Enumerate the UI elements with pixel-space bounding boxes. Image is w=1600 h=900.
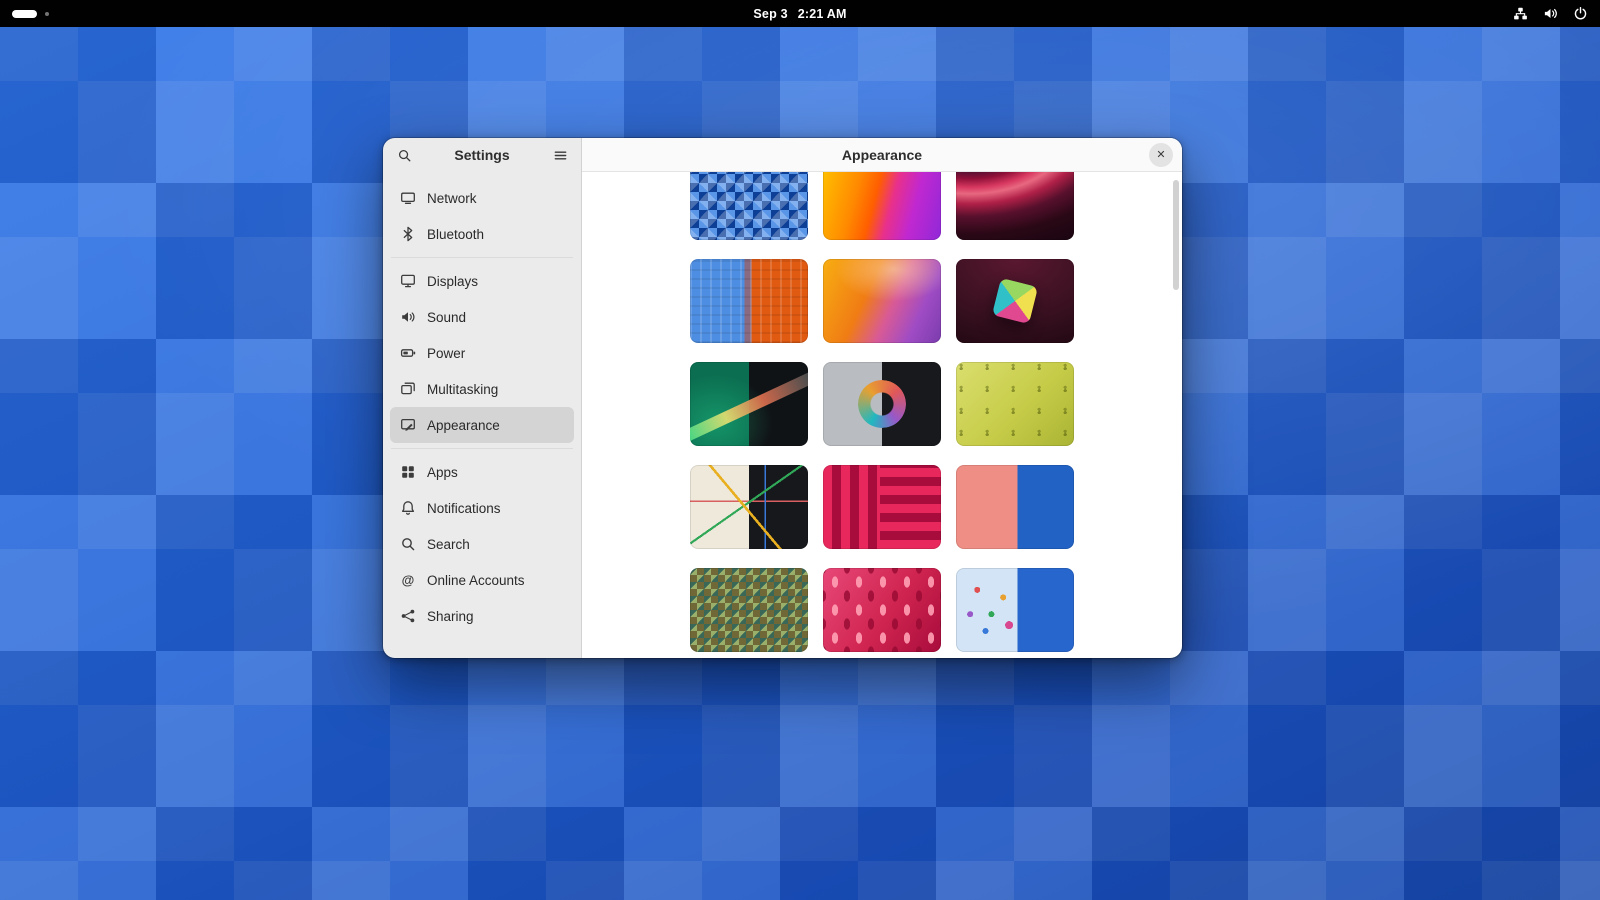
- content-header: Appearance ✕: [582, 138, 1182, 172]
- sidebar-item-label: Notifications: [427, 500, 501, 516]
- sidebar: Settings Network Bluetooth Displays Sound Po…: [383, 138, 582, 658]
- sidebar-item-label: Search: [427, 536, 470, 552]
- sidebar-item-label: Appearance: [427, 417, 500, 433]
- system-status-area[interactable]: [1513, 6, 1588, 21]
- wallpaper-multicolor-mosaic[interactable]: [690, 568, 808, 652]
- appearance-icon: [400, 417, 416, 433]
- sidebar-item-label: Network: [427, 190, 477, 206]
- page-title: Appearance: [841, 146, 923, 163]
- wallpaper-yellow-doodles[interactable]: [956, 362, 1074, 446]
- search-button[interactable]: [391, 142, 417, 168]
- sidebar-separator: [391, 257, 573, 258]
- apps-icon: [400, 464, 416, 480]
- sidebar-item-search[interactable]: Search: [390, 526, 574, 562]
- workspace-pill: [12, 9, 37, 18]
- top-bar: Sep 3 2:21 AM: [0, 0, 1600, 27]
- notifications-icon: [400, 500, 416, 516]
- multitasking-icon: [400, 381, 416, 397]
- network-icon[interactable]: [1513, 6, 1528, 21]
- sidebar-item-multitasking[interactable]: Multitasking: [390, 371, 574, 407]
- wallpaper-blue-triangle-mosaic[interactable]: [690, 172, 808, 240]
- color-cube-graphic: [991, 277, 1039, 325]
- green-wave-graphic: [690, 366, 808, 446]
- sound-icon: [400, 309, 416, 325]
- power-icon[interactable]: [1573, 6, 1588, 21]
- wallpaper-blue-orange-glitch[interactable]: [690, 259, 808, 343]
- network-icon: [400, 190, 416, 206]
- sidebar-item-sound[interactable]: Sound: [390, 299, 574, 335]
- sidebar-item-label: Apps: [427, 464, 458, 480]
- sharing-icon: [400, 608, 416, 624]
- svg-text:@: @: [402, 573, 415, 588]
- wallpaper-color-cube[interactable]: [956, 259, 1074, 343]
- sidebar-item-network[interactable]: Network: [390, 180, 574, 216]
- sidebar-item-apps[interactable]: Apps: [390, 454, 574, 490]
- sidebar-separator: [391, 448, 573, 449]
- sidebar-item-label: Displays: [427, 273, 479, 289]
- sidebar-item-label: Sharing: [427, 608, 474, 624]
- sidebar-header: Settings: [383, 138, 581, 172]
- sidebar-list: Network Bluetooth Displays Sound Power Multit…: [383, 172, 581, 634]
- wallpaper-grid: [690, 172, 1074, 652]
- menu-button[interactable]: [547, 142, 573, 168]
- power-icon: [400, 345, 416, 361]
- activities-indicator[interactable]: [12, 9, 49, 18]
- clock-date: Sep 3: [753, 6, 788, 21]
- volume-icon[interactable]: [1543, 6, 1558, 21]
- wallpaper-salmon-blue-split[interactable]: [956, 465, 1074, 549]
- wallpaper-pink-capsules[interactable]: [823, 568, 941, 652]
- sidebar-item-label: Sound: [427, 309, 467, 325]
- clock-time: 2:21 AM: [797, 6, 847, 21]
- bluetooth-icon: [400, 226, 416, 242]
- wallpaper-dark-red-waves[interactable]: [956, 172, 1074, 240]
- clock[interactable]: Sep 3 2:21 AM: [753, 7, 846, 21]
- sidebar-item-appearance[interactable]: Appearance: [390, 407, 574, 443]
- scrollbar-thumb[interactable]: [1173, 180, 1179, 290]
- sidebar-item-sharing[interactable]: Sharing: [390, 598, 574, 634]
- sidebar-item-label: Multitasking: [427, 381, 499, 397]
- settings-window: Settings Network Bluetooth Displays Sound Po…: [383, 138, 1182, 658]
- wallpaper-gradient-ring[interactable]: [823, 362, 941, 446]
- sidebar-item-notifications[interactable]: Notifications: [390, 490, 574, 526]
- online-accounts-icon: @: [400, 572, 416, 588]
- wallpaper-section: [582, 172, 1182, 658]
- sidebar-item-power[interactable]: Power: [390, 335, 574, 371]
- content-pane: Appearance ✕: [582, 138, 1182, 658]
- wallpaper-orange-magenta-gradient[interactable]: [823, 172, 941, 240]
- sidebar-item-online-accounts[interactable]: @ Online Accounts: [390, 562, 574, 598]
- wallpaper-orange-purple-silk[interactable]: [823, 259, 941, 343]
- displays-icon: [400, 273, 416, 289]
- search-icon: [400, 536, 416, 552]
- wallpaper-metro-map[interactable]: [690, 465, 808, 549]
- sidebar-item-label: Online Accounts: [427, 572, 525, 588]
- sidebar-item-bluetooth[interactable]: Bluetooth: [390, 216, 574, 252]
- sidebar-item-displays[interactable]: Displays: [390, 263, 574, 299]
- wallpaper-confetti-blue-split[interactable]: [956, 568, 1074, 652]
- close-button[interactable]: ✕: [1149, 143, 1173, 167]
- workspace-dot: [45, 11, 49, 16]
- wallpaper-green-wave[interactable]: [690, 362, 808, 446]
- sidebar-item-label: Power: [427, 345, 466, 361]
- gradient-ring-graphic: [858, 380, 906, 428]
- wallpaper-red-stripes[interactable]: [823, 465, 941, 549]
- sidebar-item-label: Bluetooth: [427, 226, 485, 242]
